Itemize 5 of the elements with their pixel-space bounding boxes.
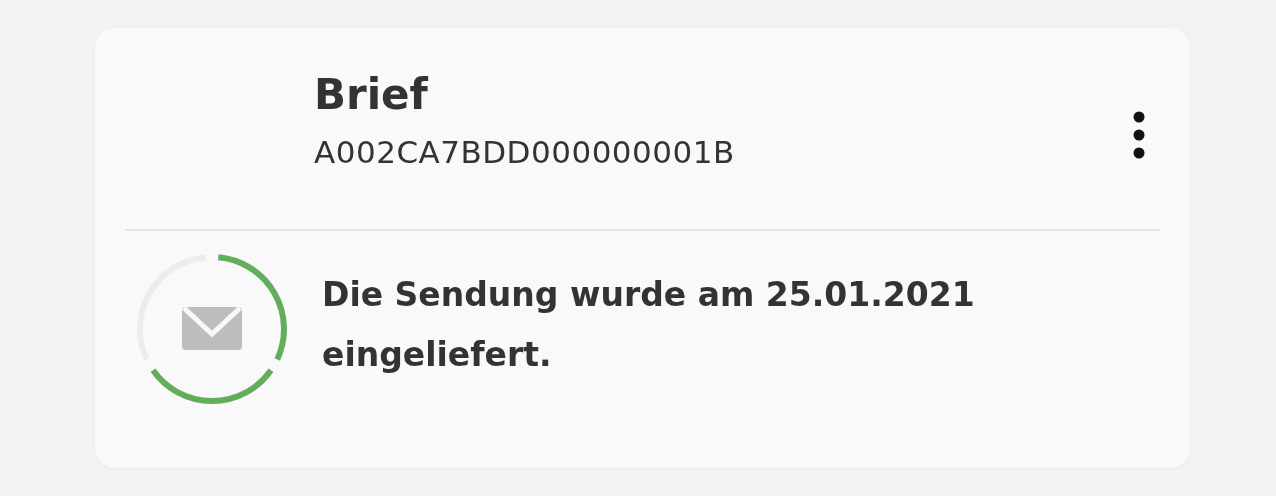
more-options-icon[interactable] xyxy=(1132,111,1146,159)
tracking-number: A002CA7BDD000000001B xyxy=(314,133,735,172)
envelope-icon xyxy=(182,306,242,350)
status-message: Die Sendung wurde am 25.01.2021 eingeliefert. xyxy=(322,274,976,376)
shipment-type: Brief xyxy=(314,69,429,121)
